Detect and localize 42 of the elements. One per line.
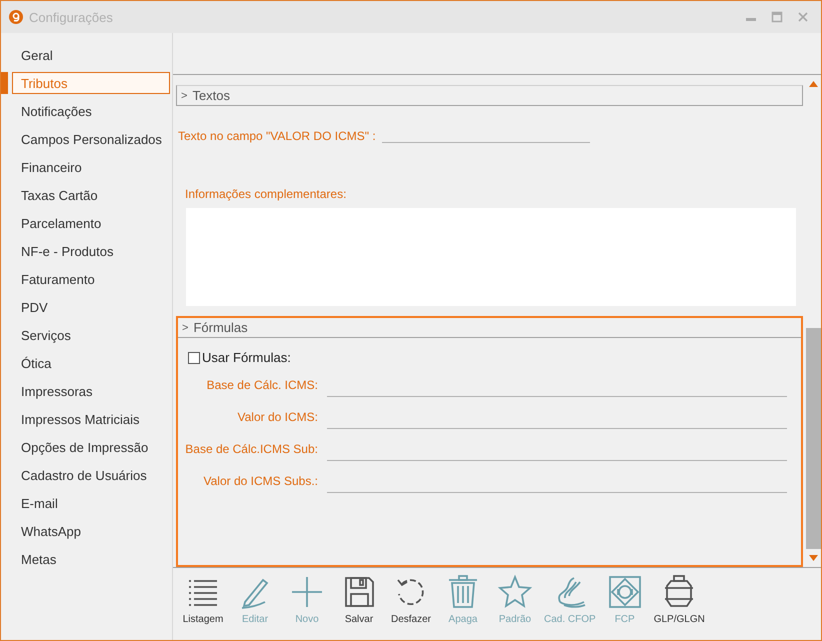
field-label: Base de Cálc. ICMS: — [206, 378, 318, 392]
app-logo-icon — [9, 10, 23, 24]
sidebar-item[interactable]: Taxas Cartão — [12, 184, 170, 206]
sidebar-item[interactable]: Serviços — [12, 324, 170, 346]
field-label: Informações complementares: — [185, 187, 348, 201]
scroll-up-icon[interactable] — [809, 81, 818, 87]
scrollbar-thumb[interactable] — [806, 328, 821, 549]
toolbar-button[interactable]: Salvar — [333, 574, 385, 625]
section-header[interactable]: > Textos — [176, 85, 803, 106]
sidebar-item[interactable]: NF-e - Produtos — [12, 240, 170, 262]
field-label: Base de Cálc.ICMS Sub: — [184, 442, 318, 456]
star-icon — [497, 574, 533, 610]
sidebar-item[interactable]: Faturamento — [12, 268, 170, 290]
field-label: Valor do ICMS: — [236, 410, 318, 424]
field-label: Texto no campo "VALOR DO ICMS" : — [178, 129, 376, 143]
toolbar-button[interactable]: Desfazer — [385, 574, 437, 625]
sidebar-item[interactable]: Impressos Matriciais — [12, 408, 170, 430]
sidebar-item[interactable]: PDV — [12, 296, 170, 318]
maximize-icon[interactable] — [771, 11, 783, 23]
checkbox[interactable] — [188, 352, 200, 364]
sidebar-item[interactable]: Parcelamento — [12, 212, 170, 234]
sidebar-item[interactable]: E-mail — [12, 492, 170, 514]
close-icon[interactable] — [797, 11, 809, 23]
diamond-frame-icon — [606, 574, 643, 610]
checkbox-label: Usar Fórmulas: — [202, 350, 291, 365]
toolbar-button[interactable]: GLP/GLGN — [650, 574, 708, 625]
plus-icon — [289, 574, 325, 610]
sidebar-item[interactable]: Cadastro de Usuários — [12, 464, 170, 486]
sidebar-item[interactable]: Notificações — [12, 100, 170, 122]
selection-marker — [1, 72, 8, 94]
sidebar-item[interactable]: Metas — [12, 548, 170, 570]
sidebar-item[interactable]: Ótica — [12, 352, 170, 374]
sidebar-item[interactable]: Opções de Impressão — [12, 436, 170, 458]
scroll-down-icon[interactable] — [809, 555, 818, 561]
field-label: Valor do ICMS Subs.: — [202, 474, 318, 488]
sidebar-item[interactable]: WhatsApp — [12, 520, 170, 542]
sidebar-item[interactable]: Campos Personalizados — [12, 128, 170, 150]
section-header[interactable]: > Fórmulas — [178, 318, 801, 338]
toolbar-button[interactable]: Listagem — [177, 574, 229, 625]
sidebar-item[interactable]: Geral — [12, 44, 170, 66]
sidebar-item[interactable]: Financeiro — [12, 156, 170, 178]
sidebar-item[interactable]: Impressoras — [12, 380, 170, 402]
